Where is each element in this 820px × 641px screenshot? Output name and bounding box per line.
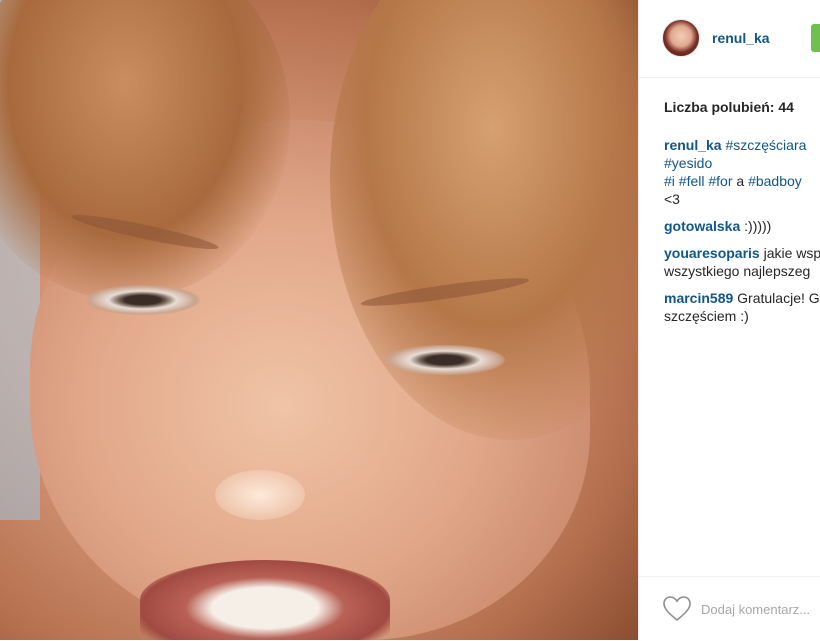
- post-footer: [639, 576, 820, 641]
- hashtag-link[interactable]: #badboy: [748, 173, 802, 189]
- post-author-username[interactable]: renul_ka: [712, 30, 770, 46]
- comments-list: renul_ka #szczęściara #yesido #i #fell #fo…: [664, 136, 820, 334]
- heart-outline-icon[interactable]: [663, 596, 691, 622]
- hashtag-link[interactable]: #i: [664, 173, 675, 189]
- comment-input[interactable]: [701, 599, 820, 619]
- post-side-panel: renul_ka Liczba polubień: 44 renul_ka #s…: [638, 0, 820, 640]
- hashtag-link[interactable]: #fell: [679, 173, 705, 189]
- comment-text: :))))): [744, 218, 772, 234]
- hashtag-link[interactable]: #for: [708, 173, 732, 189]
- list-item: gotowalska :))))): [664, 217, 820, 235]
- comment-text-continued: wszystkiego najlepszeg: [664, 263, 811, 279]
- photo-eye-left: [85, 285, 200, 315]
- caption-comment: renul_ka #szczęściara #yesido #i #fell #fo…: [664, 136, 820, 208]
- photo-eye-right: [385, 345, 505, 375]
- comment-text: Gratulacje! G: [737, 290, 820, 306]
- comment-username[interactable]: marcin589: [664, 290, 733, 306]
- list-item: marcin589 Gratulacje! G szczęściem :): [664, 289, 820, 325]
- list-item: youaresoparis jakie wsp wszystkiego najl…: [664, 244, 820, 280]
- post-photo[interactable]: [0, 0, 638, 640]
- hashtag-link[interactable]: #szczęściara: [725, 137, 806, 153]
- photo-smile: [140, 560, 390, 640]
- caption-text: <3: [664, 191, 680, 207]
- comment-username[interactable]: youaresoparis: [664, 245, 760, 261]
- follow-button[interactable]: [811, 24, 820, 52]
- comment-username[interactable]: gotowalska: [664, 218, 740, 234]
- post-header: renul_ka: [639, 0, 820, 78]
- photo-nose-highlight: [215, 470, 305, 520]
- comment-username[interactable]: renul_ka: [664, 137, 722, 153]
- comment-text-continued: szczęściem :): [664, 308, 749, 324]
- comment-text: jakie wsp: [763, 245, 820, 261]
- hashtag-link[interactable]: #yesido: [664, 155, 712, 171]
- caption-text: a: [732, 173, 749, 189]
- avatar[interactable]: [662, 19, 700, 57]
- likes-count: Liczba polubień: 44: [664, 99, 794, 115]
